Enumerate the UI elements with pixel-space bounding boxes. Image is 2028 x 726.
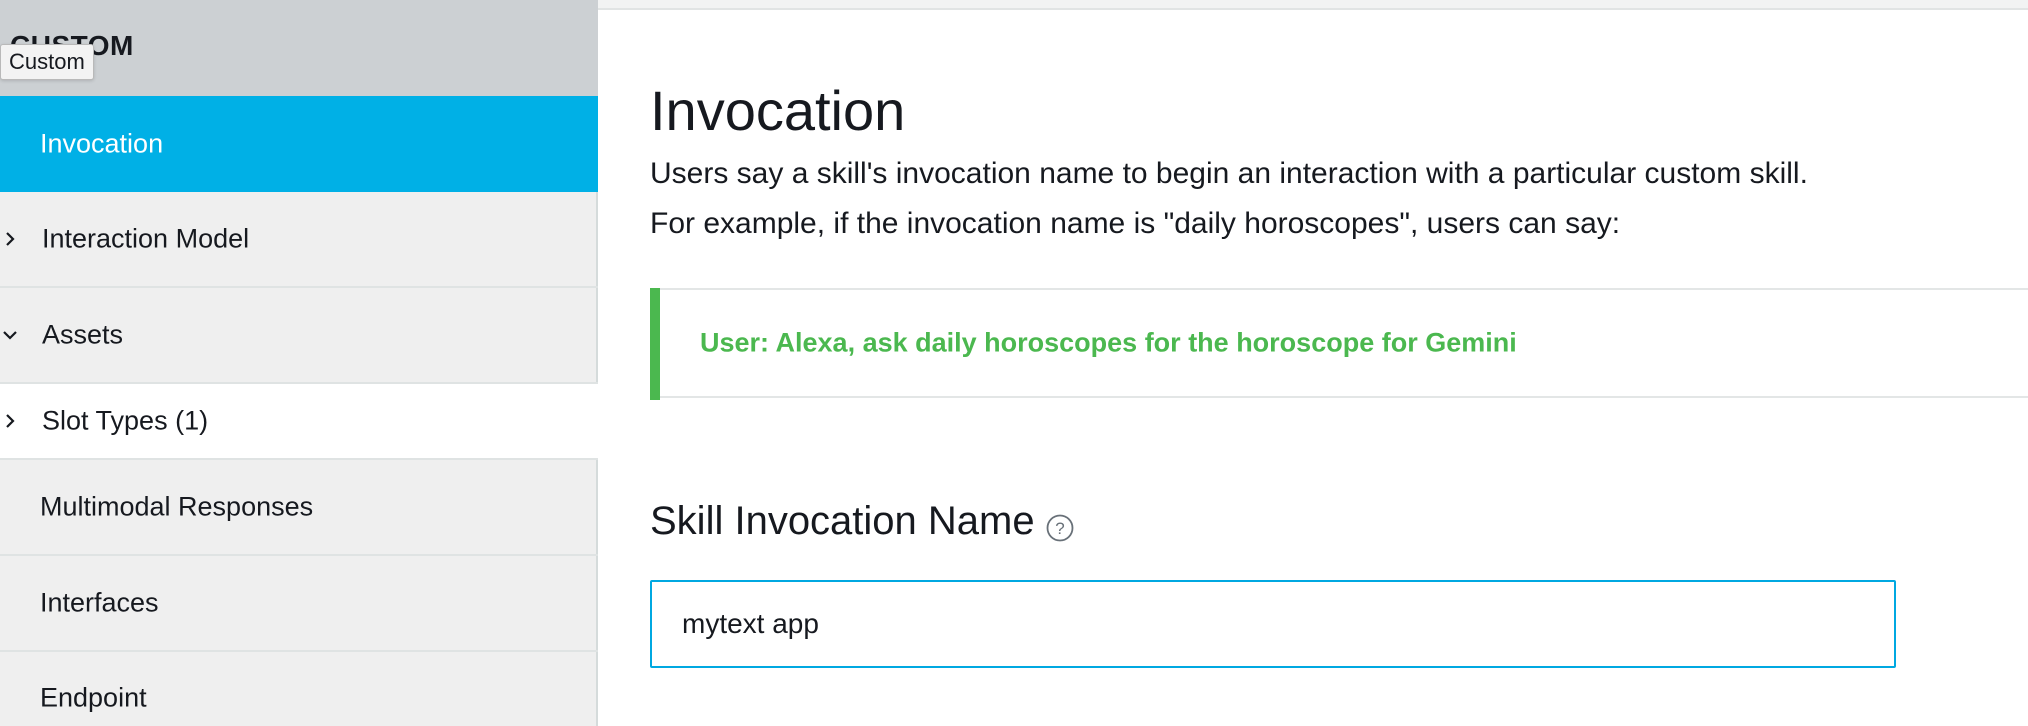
example-callout: User: Alexa, ask daily horoscopes for th…	[650, 288, 2028, 400]
sidebar-item-invocation[interactable]: Invocation	[0, 96, 598, 192]
example-accent-bar	[650, 288, 660, 400]
svg-text:?: ?	[1055, 519, 1064, 538]
sidebar-item-endpoint[interactable]: Endpoint	[0, 652, 598, 726]
tooltip: Custom	[0, 44, 94, 80]
page-title: Invocation	[650, 79, 906, 142]
sidebar-item-multimodal-responses[interactable]: Multimodal Responses	[0, 460, 598, 556]
app-root: CUSTOM Custom Invocation Interaction Mod…	[0, 0, 2028, 726]
sidebar: CUSTOM Custom Invocation Interaction Mod…	[0, 0, 598, 726]
example-utterance: User: Alexa, ask daily horoscopes for th…	[700, 327, 1517, 358]
sidebar-item-label: Interaction Model	[42, 223, 250, 254]
main-top-bar	[598, 0, 2028, 10]
sidebar-item-label: Assets	[42, 319, 124, 350]
invocation-name-input[interactable]	[650, 580, 1896, 668]
skill-invocation-name-heading: Skill Invocation Name	[650, 499, 1035, 543]
sidebar-item-label: Multimodal Responses	[40, 491, 314, 522]
description-line-1: Users say a skill's invocation name to b…	[650, 157, 1808, 190]
sidebar-item-slot-types[interactable]: Slot Types (1)	[0, 384, 598, 460]
sidebar-item-interaction-model[interactable]: Interaction Model	[0, 192, 598, 288]
chevron-right-icon[interactable]	[2, 231, 18, 247]
sidebar-item-assets[interactable]: Assets	[0, 288, 598, 384]
description-line-2: For example, if the invocation name is "…	[650, 207, 1621, 240]
chevron-right-icon[interactable]	[2, 413, 18, 429]
sidebar-item-label: Interfaces	[40, 587, 159, 618]
sidebar-item-label: Endpoint	[40, 682, 147, 713]
help-circle-icon[interactable]: ?	[1046, 514, 1074, 542]
sidebar-item-interfaces[interactable]: Interfaces	[0, 556, 598, 652]
chevron-down-icon[interactable]	[2, 327, 18, 343]
sidebar-item-label: Invocation	[40, 128, 164, 159]
sidebar-item-label: Slot Types (1)	[42, 405, 209, 436]
